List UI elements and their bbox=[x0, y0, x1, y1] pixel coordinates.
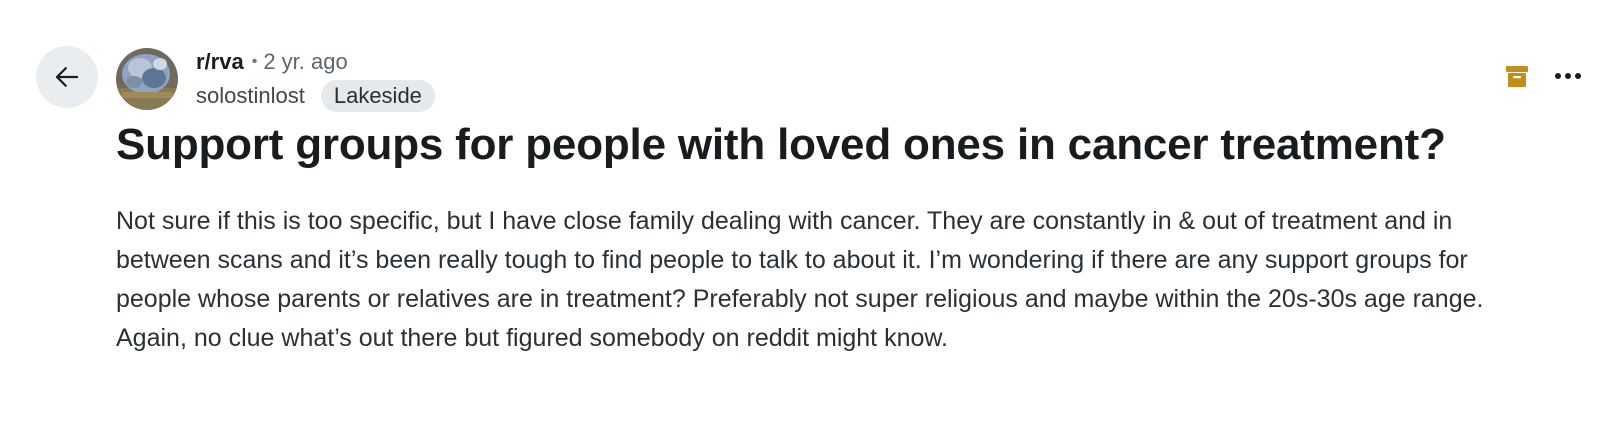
subreddit-link[interactable]: r/rva bbox=[196, 49, 244, 75]
post-meta-bottom: solostinlost Lakeside bbox=[196, 80, 435, 112]
back-button[interactable] bbox=[36, 46, 98, 108]
arrow-left-icon bbox=[55, 67, 79, 87]
archive-button[interactable] bbox=[1506, 64, 1528, 88]
more-options-button[interactable] bbox=[1554, 72, 1582, 80]
post-title: Support groups for people with loved one… bbox=[116, 120, 1446, 169]
user-flair-badge: Lakeside bbox=[320, 80, 435, 112]
avatar[interactable] bbox=[116, 48, 178, 110]
post-body: Not sure if this is too specific, but I … bbox=[116, 207, 1484, 352]
post-meta: r/rva • 2 yr. ago solostinlost Lakeside bbox=[196, 48, 435, 112]
post-age: 2 yr. ago bbox=[263, 49, 348, 74]
archive-box-icon bbox=[1506, 66, 1528, 87]
post-meta-top: r/rva • 2 yr. ago bbox=[196, 48, 435, 76]
post-actions bbox=[1506, 64, 1582, 88]
user-avatar-image bbox=[116, 48, 178, 110]
author-link[interactable]: solostinlost bbox=[196, 83, 305, 109]
meta-separator: • bbox=[251, 53, 258, 70]
more-horizontal-icon bbox=[1555, 73, 1581, 79]
